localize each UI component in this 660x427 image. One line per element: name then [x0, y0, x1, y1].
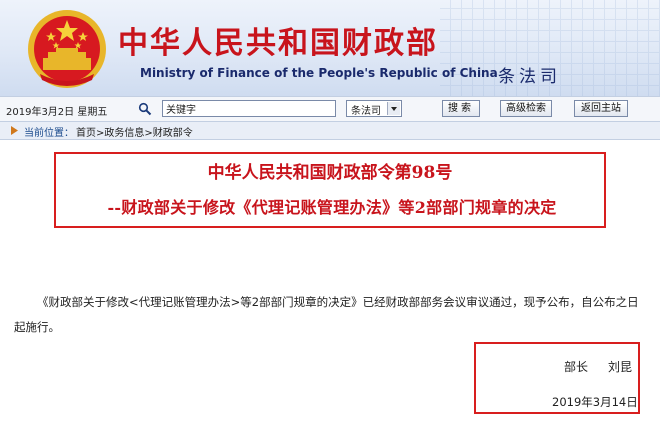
toolbar: 2019年3月2日 星期五 条法司 搜索 高级检索 返回主站 [0, 96, 660, 122]
breadcrumb-label: 当前位置： [24, 128, 74, 139]
chevron-down-icon [387, 102, 400, 115]
decree-subtitle: --财政部关于修改《代理记账管理办法》等2部部门规章的决定 [107, 198, 557, 217]
decree-title: 中华人民共和国财政部令第98号 [207, 163, 453, 183]
department-select-value: 条法司 [351, 106, 381, 117]
breadcrumb-path[interactable]: 首页>政务信息>财政部令 [76, 124, 193, 139]
advanced-search-button[interactable]: 高级检索 [500, 100, 552, 117]
site-title-cn: 中华人民共和国财政部 [118, 26, 438, 61]
search-input[interactable] [162, 100, 336, 117]
signer-name: 刘昆 [608, 360, 633, 374]
location-arrow-icon [11, 126, 18, 135]
breadcrumb: 当前位置： 首页>政务信息>财政部令 [0, 122, 660, 140]
decree-body: 《财政部关于修改<代理记账管理办法>等2部部门规章的决定》已经财政部部务会议审议… [14, 295, 639, 334]
department-select[interactable]: 条法司 [346, 100, 402, 117]
sign-date: 2019年3月14日 [552, 395, 638, 409]
site-header: 中华人民共和国财政部 Ministry of Finance of the Pe… [0, 0, 660, 96]
signer-title: 部长 [564, 360, 589, 374]
magnifier-icon [138, 102, 152, 116]
current-date: 2019年3月2日 星期五 [6, 107, 108, 118]
return-home-button[interactable]: 返回主站 [574, 100, 628, 117]
national-emblem-icon [28, 10, 106, 88]
department-name: 条法司 [498, 67, 561, 87]
site-title-en: Ministry of Finance of the People's Repu… [140, 66, 498, 80]
search-button[interactable]: 搜索 [442, 100, 480, 117]
